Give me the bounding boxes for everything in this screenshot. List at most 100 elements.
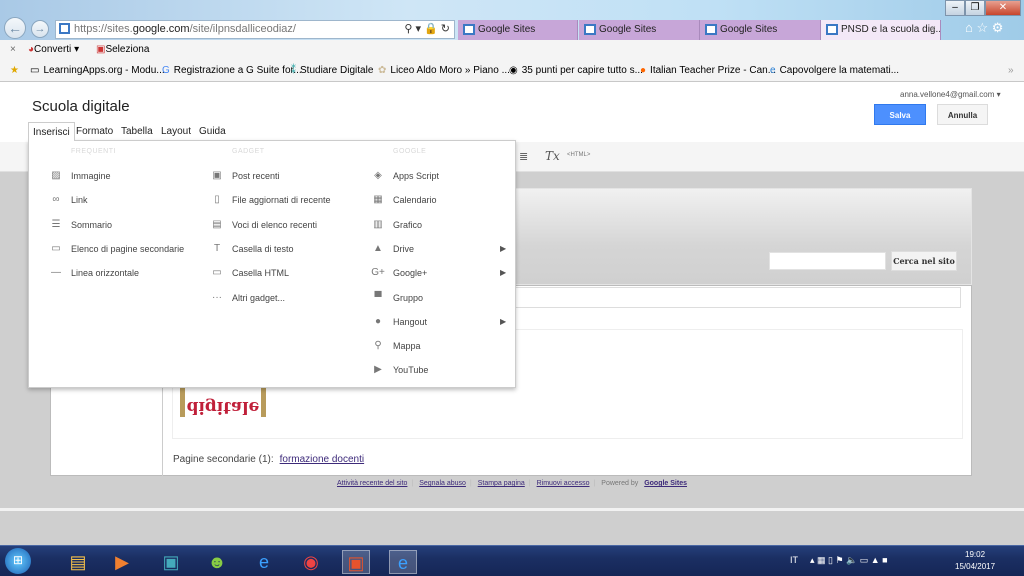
favorites-star-icon[interactable]: ★	[10, 60, 19, 82]
tab-favicon	[826, 24, 838, 35]
menu-item-casella-di-testo[interactable]: T Casella di testo	[214, 241, 294, 257]
menu-item-hangout[interactable]: ● Hangout ▶	[375, 314, 506, 330]
menu-item-file-aggiornati-di-recente[interactable]: ▯ File aggiornati di recente	[214, 192, 330, 208]
account-email: anna.vellone4@gmail.com	[900, 90, 995, 99]
menu-item-link[interactable]: ∞ Link	[52, 192, 87, 208]
menu-layout[interactable]: Layout	[157, 122, 195, 141]
clock[interactable]: 19:02 15/04/2017	[955, 549, 995, 573]
align-right-icon[interactable]: ≣	[519, 150, 528, 163]
google-sites-link[interactable]: Google Sites	[644, 480, 687, 487]
chrome-icon[interactable]: ◉	[297, 550, 325, 574]
favorite-link[interactable]: ◉ 35 punti per capire tutto s...	[509, 60, 643, 82]
site-icon: ✿	[378, 65, 387, 76]
site-search-input[interactable]	[769, 252, 886, 270]
menu-item-label: Grafico	[393, 219, 423, 230]
app-icon[interactable]: ▣	[157, 550, 185, 574]
search-lock-refresh-icons[interactable]: ⚲ ▾ 🔒 ↻	[404, 21, 450, 38]
menu-item-drive[interactable]: ▲ Drive ▶	[373, 241, 506, 257]
favorite-link[interactable]: ● Italian Teacher Prize - Can...	[640, 60, 776, 82]
messenger-icon[interactable]: ☻	[203, 550, 231, 574]
html-button[interactable]: <HTML>	[567, 152, 590, 158]
menu-format[interactable]: Formato	[72, 122, 117, 141]
time: 19:02	[965, 550, 986, 559]
menu-item-label: Sommario	[71, 219, 113, 230]
subpages: Pagine secondarie (1): formazione docenti	[173, 454, 364, 465]
ie-icon[interactable]: e	[250, 550, 278, 574]
recent-activity-link[interactable]: Attività recente del sito	[337, 480, 407, 487]
menu-item-altri-gadget[interactable]: ··· Altri gadget...	[212, 290, 285, 306]
convert-button[interactable]: ◕Converti ▾	[28, 40, 79, 60]
menu-item-apps-script[interactable]: ◈ Apps Script	[374, 168, 439, 184]
menu-item-voci-di-elenco-recenti[interactable]: ▤ Voci di elenco recenti	[212, 217, 317, 233]
menu-item-google[interactable]: G+ Google+ ▶	[371, 265, 506, 281]
menu-item-calendario[interactable]: ▦ Calendario	[373, 192, 436, 208]
language-indicator[interactable]: IT	[790, 555, 798, 565]
image-icon: ▨	[51, 170, 61, 181]
menu-item-label: Linea orizzontale	[71, 268, 140, 279]
clear-formatting-icon[interactable]: Tx	[545, 149, 560, 163]
address-bar[interactable]: https://sites.google.com/site/ilpnsdalli…	[55, 20, 455, 39]
menu-item-linea-orizzontale[interactable]: — Linea orizzontale	[51, 265, 140, 281]
menu-item-mappa[interactable]: ⚲ Mappa	[374, 338, 420, 354]
menu-item-sommario[interactable]: ☰ Sommario	[52, 217, 113, 233]
favorite-link[interactable]: ▭ LearningApps.org - Modu...	[30, 60, 165, 82]
favorite-link[interactable]: ✿ Liceo Aldo Moro » Piano ...	[378, 60, 510, 82]
menu-item-post-recenti[interactable]: ▣ Post recenti	[212, 168, 279, 184]
tab-1[interactable]: Google Sites	[458, 20, 578, 40]
favorite-link[interactable]: e Capovolgere la matemati...	[770, 60, 899, 82]
menu-table[interactable]: Tabella	[117, 122, 157, 141]
site-search-button[interactable]: Cerca nel sito	[891, 251, 957, 271]
apps-script-icon: ◈	[374, 170, 382, 181]
subpage-link[interactable]: formazione docenti	[280, 454, 365, 465]
forward-button[interactable]: →	[31, 20, 49, 38]
menu-insert[interactable]: Inserisci	[28, 122, 75, 141]
favorites-bar: ★ ▭ LearningApps.org - Modu... G Registraz…	[0, 60, 1024, 82]
tab-label: Google Sites	[720, 24, 778, 35]
close-bar-icon[interactable]: ×	[10, 40, 16, 60]
print-page-link[interactable]: Stampa pagina	[478, 480, 525, 487]
tab-active[interactable]: PNSD e la scuola dig... ×	[821, 20, 941, 40]
save-button[interactable]: Salva	[874, 104, 926, 125]
tab-2[interactable]: Google Sites	[579, 20, 700, 40]
command-bar: × ◕Converti ▾ ▣Seleziona	[0, 40, 1024, 60]
menu-item-label: Casella di testo	[232, 243, 294, 254]
cancel-button[interactable]: Annulla	[937, 104, 988, 125]
maximize-button[interactable]: ❐	[965, 0, 985, 16]
select-button[interactable]: ▣Seleziona	[96, 40, 149, 60]
tray-icons[interactable]: ▴ ▦ ▯ ⚑ 🔈 ▭ ▲ ■	[810, 555, 888, 566]
menu-item-immagine[interactable]: ▨ Immagine	[51, 168, 111, 184]
menu-item-grafico[interactable]: ▥ Grafico	[373, 217, 423, 233]
menu-item-elenco-di-pagine-secondarie[interactable]: ▭ Elenco di pagine secondarie	[51, 241, 184, 257]
menu-item-youtube[interactable]: ▶ YouTube	[374, 362, 428, 378]
url-path: /site/ilpnsdalliceodiaz/	[189, 23, 296, 35]
account-menu[interactable]: anna.vellone4@gmail.com ▾	[900, 90, 1001, 99]
menu-help[interactable]: Guida	[195, 122, 230, 141]
favorite-link[interactable]: ⁑ Studiare Digitale	[291, 60, 373, 82]
subpages-label: Pagine secondarie (1):	[173, 454, 274, 465]
favorite-label: Studiare Digitale	[300, 65, 374, 76]
tab-favicon	[705, 24, 717, 35]
favorite-label: Capovolgere la matemati...	[779, 65, 900, 76]
minimize-button[interactable]: –	[945, 0, 965, 16]
home-star-gear-icons[interactable]: ⌂ ☆ ⚙	[965, 20, 1003, 36]
menu-item-gruppo[interactable]: ▀ Gruppo	[374, 290, 423, 306]
more-icon: ···	[212, 291, 222, 303]
menu-item-label: Immagine	[71, 171, 111, 181]
remove-access-link[interactable]: Rimuovi accesso	[537, 480, 590, 487]
explorer-icon[interactable]: ▤	[64, 550, 92, 574]
report-abuse-link[interactable]: Segnala abuso	[419, 480, 466, 487]
group-icon: ▀	[374, 291, 382, 303]
close-window-button[interactable]: ✕	[985, 0, 1021, 16]
media-player-icon[interactable]: ▶	[108, 550, 136, 574]
ie-active-icon[interactable]: e	[389, 550, 417, 574]
back-button[interactable]: ←	[4, 17, 26, 39]
menu-column-heading: FREQUENTI	[71, 148, 116, 155]
menu-item-casella-html[interactable]: ▭ Casella HTML	[212, 265, 289, 281]
start-button[interactable]: ⊞	[5, 548, 31, 574]
more-favorites-icon[interactable]: »	[1008, 60, 1014, 82]
site-icon: ⁑	[291, 65, 296, 76]
tab-close-icon[interactable]: ×	[930, 20, 936, 40]
favorite-link[interactable]: G Registrazione a G Suite for...	[162, 60, 302, 82]
tab-3[interactable]: Google Sites	[700, 20, 821, 40]
powerpoint-icon[interactable]: ▣	[342, 550, 370, 574]
